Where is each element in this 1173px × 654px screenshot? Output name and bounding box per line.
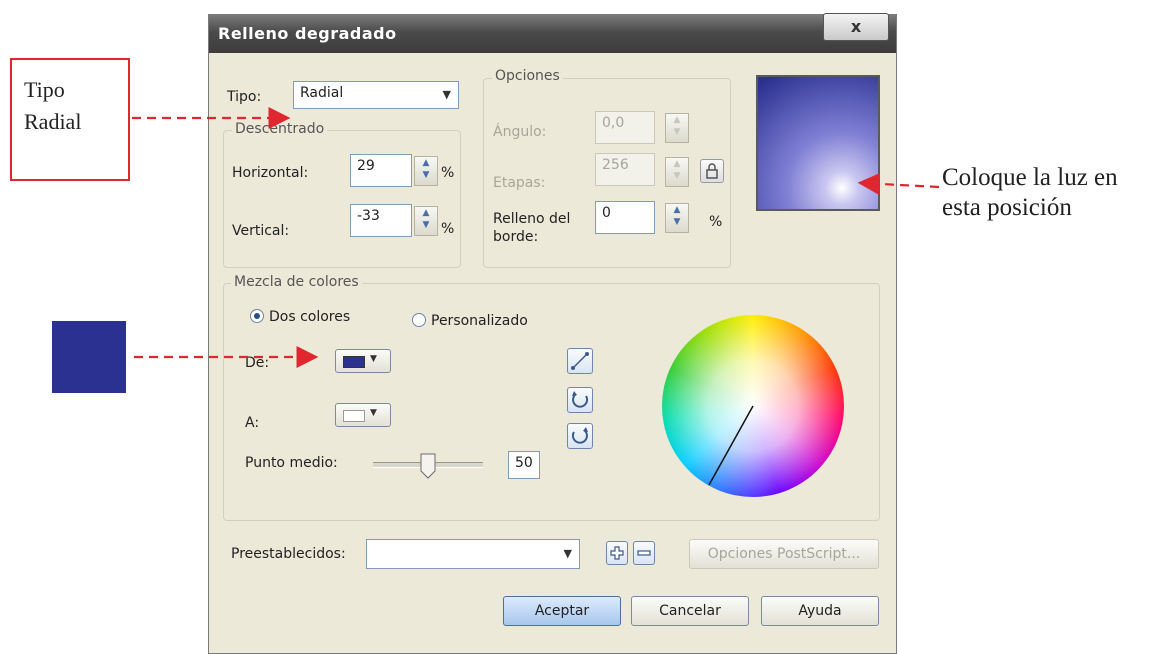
- light-arrow: [857, 172, 940, 195]
- annotation-arrows: [132, 107, 940, 368]
